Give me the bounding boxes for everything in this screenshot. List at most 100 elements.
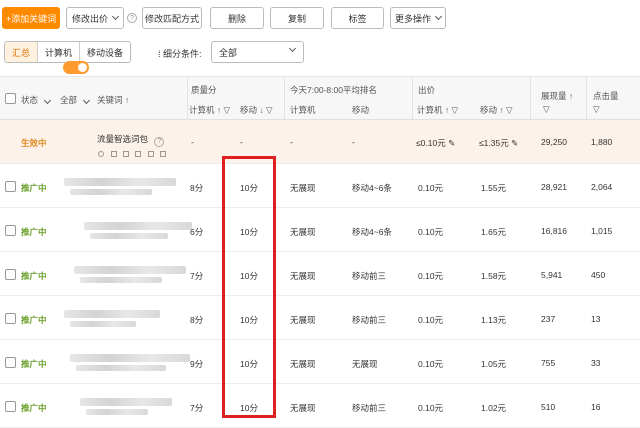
redacted-keyword [76,365,166,371]
keyword-header[interactable]: 关键词 ↑ [97,94,129,106]
row-bid-pc[interactable]: 0.10元 [418,358,443,370]
row-status: 推广中 [21,403,47,413]
tab-summary[interactable]: 汇总 [5,42,39,62]
device-segmented-control: 汇总 计算机 移动设备 [4,41,132,63]
pencil-icon[interactable]: ✎ [448,138,455,148]
table-row[interactable]: 推广中 7分 10分 无展现 移动前三 0.10元 1.02元 510 16 [0,384,640,428]
funnel-icon[interactable]: ▽ [543,104,550,115]
row-bid-mobile[interactable]: 1.58元 [481,270,506,282]
row-bid-mobile[interactable]: 1.65元 [481,226,506,238]
funnel-icon[interactable]: ▽ [224,105,231,115]
summary-row: 生效中 流量智选词包 ? - - - - ≤0.10元 ✎ ≤1.35元 ✎ 2… [0,120,640,164]
row-bid-pc[interactable]: 0.10元 [418,402,443,414]
modify-match-button[interactable]: 修改匹配方式 [142,7,202,29]
delete-icon[interactable] [160,151,166,157]
filter-label: ⁞ 细分条件: [158,47,202,60]
funnel-icon[interactable]: ▽ [593,104,600,115]
filter-select[interactable]: 全部 [211,41,304,63]
row-checkbox[interactable] [5,181,16,192]
quality-mobile-header[interactable]: 移动 ↓ ▽ [240,104,273,116]
target-icon[interactable] [98,151,104,157]
select-all-checkbox[interactable] [5,93,16,104]
add-keyword-button[interactable]: +添加关键词 [2,7,60,29]
table-row[interactable]: 推广中 9分 10分 无展现 无展现 0.10元 1.05元 755 33 [0,340,640,384]
copy-button[interactable]: 复制 [270,7,324,29]
bid-pc-header[interactable]: 计算机 ↑ ▽ [417,104,458,116]
funnel-icon[interactable]: ▽ [266,105,273,115]
bid-pc-label: 计算机 ↑ [417,105,450,115]
summary-name-label: 流量智选词包 [97,134,149,144]
row-bid-pc[interactable]: 0.10元 [418,226,443,238]
row-checkbox[interactable] [5,225,16,236]
table-row[interactable]: 推广中 7分 10分 无展现 移动前三 0.10元 1.58元 5,941 450 [0,252,640,296]
summary-bid-pc[interactable]: ≤0.10元 ✎ [416,137,455,149]
clicks-header[interactable]: 点击量 [593,90,619,102]
redacted-keyword [70,189,152,195]
chevron-down-icon [434,12,443,21]
summary-bid-pc-value: ≤0.10元 [416,138,446,148]
summary-clicks: 1,880 [591,137,613,147]
row-clicks: 1,015 [591,226,613,236]
help-icon[interactable]: ? [154,136,165,147]
row-rank-mobile: 移动前三 [352,403,387,413]
redacted-keyword [70,321,136,327]
row-bid-mobile[interactable]: 1.55元 [481,182,506,194]
tab-mobile[interactable]: 移动设备 [80,42,131,62]
row-bid-mobile[interactable]: 1.13元 [481,314,506,326]
more-ops-label: 更多操作 [394,13,431,24]
more-ops-button[interactable]: 更多操作 [390,7,446,29]
row-impressions: 5,941 [541,270,563,280]
chevron-down-icon [44,96,52,105]
tag-button[interactable]: 标签 [331,7,384,29]
row-rank-pc: 无展现 [290,359,316,369]
row-checkbox[interactable] [5,401,16,412]
row-checkbox[interactable] [5,357,16,368]
table-row[interactable]: 推广中 6分 10分 无展现 移动4~6条 0.10元 1.65元 16,816 1,015 [0,208,640,252]
table-row[interactable]: 推广中 8分 10分 无展现 移动前三 0.10元 1.13元 237 13 [0,296,640,340]
row-bid-pc[interactable]: 0.10元 [418,182,443,194]
summary-toggle-switch[interactable] [63,61,89,74]
redacted-keyword [84,222,192,230]
row-bid-mobile[interactable]: 1.05元 [481,358,506,370]
chevron-down-icon [83,96,91,105]
list-icon[interactable] [148,151,154,157]
summary-quality-mobile: - [240,137,243,147]
redacted-keyword [80,398,172,406]
summary-name[interactable]: 流量智选词包 ? [97,133,165,147]
row-quality-pc: 8分 [190,183,204,193]
row-bid-pc[interactable]: 0.10元 [418,314,443,326]
redacted-keyword [64,310,160,318]
row-status: 推广中 [21,183,47,193]
row-bid-pc[interactable]: 0.10元 [418,270,443,282]
row-rank-mobile: 移动4~6条 [352,227,392,237]
all-filter-header[interactable]: 全部 [60,94,91,106]
row-impressions: 237 [541,314,556,324]
rank-pc-header: 计算机 [290,105,316,115]
modify-bid-button[interactable]: 修改出价 [66,7,124,29]
funnel-icon[interactable]: ▽ [452,105,459,115]
rank-header: 今天7:00-8:00平均排名 [290,85,377,95]
tab-computer[interactable]: 计算机 [38,42,81,62]
status-header[interactable]: 状态 [21,94,52,106]
bid-mobile-header[interactable]: 移动 ↑ ▽ [480,104,513,116]
summary-rank-mobile: - [352,137,355,147]
row-checkbox[interactable] [5,269,16,280]
summary-bid-mobile[interactable]: ≤1.35元 ✎ [479,137,518,149]
chart-icon[interactable] [135,151,141,157]
table-header: 状态 全部 关键词 ↑ 质量分 计算机 ↑ ▽ 移动 ↓ ▽ 今天7:00-8:… [0,76,640,121]
bid-mobile-label: 移动 ↑ [480,105,504,115]
help-icon[interactable]: ? [127,13,137,23]
row-checkbox[interactable] [5,313,16,324]
row-clicks: 13 [591,314,601,324]
table-row[interactable]: 推广中 8分 10分 无展现 移动4~6条 0.10元 1.55元 28,921 2,064 [0,164,640,208]
quality-pc-header[interactable]: 计算机 ↑ ▽ [189,104,230,116]
funnel-icon[interactable]: ▽ [506,105,513,115]
row-impressions: 510 [541,402,556,412]
impressions-header[interactable]: 展现量 ↑ [541,90,573,102]
row-bid-mobile[interactable]: 1.02元 [481,402,506,414]
pencil-icon[interactable]: ✎ [511,138,518,148]
copy-icon[interactable] [123,151,129,157]
settings-icon[interactable] [111,151,117,157]
delete-button[interactable]: 删除 [210,7,264,29]
column-divider [187,77,188,121]
